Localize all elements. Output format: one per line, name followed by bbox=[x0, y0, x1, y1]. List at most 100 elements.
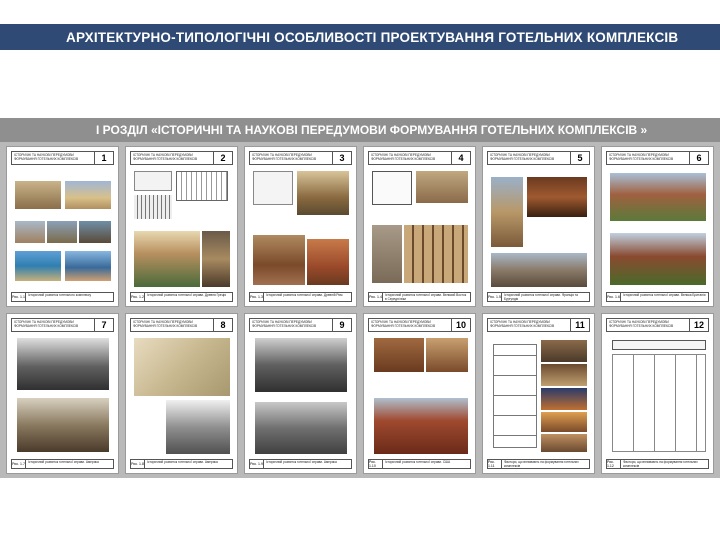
figure-caption: Історичний розвиток готельної справи. Др… bbox=[147, 293, 226, 297]
drawing-columns bbox=[134, 195, 172, 219]
figure-ref: Рис. 1.3 bbox=[250, 293, 264, 301]
sheet-header: ІСТОРИЧНІ ТА НАУКОВІ ПЕРЕДУМОВИ ФОРМУВАН… bbox=[131, 319, 214, 331]
figure-caption: Історичний розвиток готельної справи. Ам… bbox=[266, 460, 337, 464]
photo-city bbox=[79, 221, 111, 243]
sheet-number: 3 bbox=[339, 153, 345, 163]
figure-caption: Історичний розвиток готельної справи. Фр… bbox=[504, 293, 578, 301]
photo-ballroom bbox=[426, 338, 468, 372]
sheet-header: ІСТОРИЧНІ ТА НАУКОВІ ПЕРЕДУМОВИ ФОРМУВАН… bbox=[488, 152, 571, 164]
sheet-header: ІСТОРИЧНІ ТА НАУКОВІ ПЕРЕДУМОВИ ФОРМУВАН… bbox=[369, 152, 452, 164]
figure-caption: Історичний розвиток готельної справи. Ам… bbox=[147, 460, 218, 464]
photo-interior-1 bbox=[541, 340, 587, 362]
sheet-2: ІСТОРИЧНІ ТА НАУКОВІ ПЕРЕДУМОВИ ФОРМУВАН… bbox=[125, 146, 238, 307]
photo-resort bbox=[65, 251, 111, 281]
sheet-number: 1 bbox=[101, 153, 107, 163]
figure-caption: Історичний розвиток готельної справи. Ам… bbox=[28, 460, 99, 464]
figure-ref: Рис. 1.6 bbox=[607, 293, 621, 301]
figure-ref: Рис. 1.9 bbox=[250, 460, 264, 468]
photo-arcade bbox=[404, 225, 468, 283]
figure-ref: Рис. 1.2 bbox=[131, 293, 145, 301]
photo-night-city bbox=[541, 388, 587, 410]
diagram-factors-top bbox=[612, 340, 706, 350]
sheet-8: ІСТОРИЧНІ ТА НАУКОВІ ПЕРЕДУМОВИ ФОРМУВАН… bbox=[125, 313, 238, 474]
figure-caption: Фактори, що впливають на формування готе… bbox=[623, 460, 698, 468]
photo-villa bbox=[307, 239, 349, 285]
photo-hall bbox=[527, 177, 587, 217]
sheet-header: ІСТОРИЧНІ ТА НАУКОВІ ПЕРЕДУМОВИ ФОРМУВАН… bbox=[131, 152, 214, 164]
sheet-number: 12 bbox=[693, 320, 704, 330]
photo-manor bbox=[610, 173, 706, 221]
photo-tudor-house bbox=[610, 233, 706, 285]
sheet-3: ІСТОРИЧНІ ТА НАУКОВІ ПЕРЕДУМОВИ ФОРМУВАН… bbox=[244, 146, 357, 307]
sheet-header: ІСТОРИЧНІ ТА НАУКОВІ ПЕРЕДУМОВИ ФОРМУВАН… bbox=[607, 152, 690, 164]
sheet-12: ІСТОРИЧНІ ТА НАУКОВІ ПЕРЕДУМОВИ ФОРМУВАН… bbox=[601, 313, 714, 474]
photo-portico bbox=[202, 231, 230, 287]
sheet-header: ІСТОРИЧНІ ТА НАУКОВІ ПЕРЕДУМОВИ ФОРМУВАН… bbox=[12, 152, 95, 164]
photo-street-village bbox=[491, 253, 587, 287]
sheet-number: 5 bbox=[577, 153, 583, 163]
sheet-number: 6 bbox=[696, 153, 702, 163]
figure-ref: Рис. 1.5 bbox=[488, 293, 502, 301]
photo-caravanserai-interior bbox=[416, 171, 468, 203]
figure-caption: Історичний розвиток готельного комплексу bbox=[28, 293, 92, 297]
sheet-header: ІСТОРИЧНІ ТА НАУКОВІ ПЕРЕДУМОВИ ФОРМУВАН… bbox=[369, 319, 452, 331]
figure-ref: Рис. 1.8 bbox=[131, 460, 145, 468]
sheet-header: ІСТОРИЧНІ ТА НАУКОВІ ПЕРЕДУМОВИ ФОРМУВАН… bbox=[250, 152, 333, 164]
drawing-castle bbox=[166, 400, 230, 454]
figure-ref: Рис. 1.1 bbox=[12, 293, 26, 301]
sheet-5: ІСТОРИЧНІ ТА НАУКОВІ ПЕРЕДУМОВИ ФОРМУВАН… bbox=[482, 146, 595, 307]
sheet-7: ІСТОРИЧНІ ТА НАУКОВІ ПЕРЕДУМОВИ ФОРМУВАН… bbox=[6, 313, 119, 474]
photo-lobby bbox=[374, 338, 424, 372]
diagram-boxes bbox=[493, 344, 537, 448]
sheet-header: ІСТОРИЧНІ ТА НАУКОВІ ПЕРЕДУМОВИ ФОРМУВАН… bbox=[12, 319, 95, 331]
figure-caption: Фактори, що впливають на формування готе… bbox=[504, 460, 579, 468]
figure-ref: Рис. 1.10 bbox=[369, 460, 383, 468]
sheet-11: ІСТОРИЧНІ ТА НАУКОВІ ПЕРЕДУМОВИ ФОРМУВАН… bbox=[482, 313, 595, 474]
photo-highrise-hotel bbox=[374, 398, 468, 454]
photo-pyramid bbox=[65, 181, 111, 209]
photo-coast bbox=[15, 251, 61, 281]
section-title: І РОЗДІЛ «ІСТОРИЧНІ ТА НАУКОВІ ПЕРЕДУМОВ… bbox=[0, 118, 720, 142]
drawing-caravanserai-plan bbox=[372, 171, 412, 205]
figure-ref: Рис. 1.4 bbox=[369, 293, 383, 301]
sheet-number: 2 bbox=[220, 153, 226, 163]
photo-domes bbox=[372, 225, 402, 283]
photo-old-hotel bbox=[17, 338, 109, 390]
photo-landscape bbox=[541, 412, 587, 432]
sheet-number: 4 bbox=[458, 153, 464, 163]
sheet-header: ІСТОРИЧНІ ТА НАУКОВІ ПЕРЕДУМОВИ ФОРМУВАН… bbox=[250, 319, 333, 331]
photo-gothic-tower bbox=[491, 177, 523, 247]
diagram-factors-tree bbox=[612, 354, 706, 452]
photo-courtyard bbox=[134, 231, 200, 287]
slide-title: АРХІТЕКТУРНО-ТИПОЛОГІЧНІ ОСОБЛИВОСТІ ПРО… bbox=[0, 24, 720, 50]
sheet-number: 10 bbox=[455, 320, 466, 330]
sheet-header: ІСТОРИЧНІ ТА НАУКОВІ ПЕРЕДУМОВИ ФОРМУВАН… bbox=[607, 319, 690, 331]
drawing-facade bbox=[134, 171, 172, 191]
sheet-number: 8 bbox=[220, 320, 226, 330]
figure-ref: Рис. 1.7 bbox=[12, 460, 26, 468]
sheet-6: ІСТОРИЧНІ ТА НАУКОВІ ПЕРЕДУМОВИ ФОРМУВАН… bbox=[601, 146, 714, 307]
photo-church-street bbox=[17, 398, 109, 452]
photo-interior-2 bbox=[541, 364, 587, 386]
sheet-number: 11 bbox=[575, 320, 585, 330]
sheet-number: 9 bbox=[339, 320, 345, 330]
drawing-old-map bbox=[134, 338, 230, 396]
figure-ref: Рис. 1.12 bbox=[607, 460, 621, 468]
figure-caption: Історичний розвиток готельної справи. Ве… bbox=[385, 293, 467, 301]
sheet-9: ІСТОРИЧНІ ТА НАУКОВІ ПЕРЕДУМОВИ ФОРМУВАН… bbox=[244, 313, 357, 474]
sheet-header: ІСТОРИЧНІ ТА НАУКОВІ ПЕРЕДУМОВИ ФОРМУВАН… bbox=[488, 319, 571, 331]
sheet-number: 7 bbox=[101, 320, 107, 330]
photo-street bbox=[297, 171, 349, 215]
photo-temple bbox=[15, 221, 45, 243]
photo-ruins bbox=[47, 221, 77, 243]
photo-ruins-thermae bbox=[253, 235, 305, 285]
sheet-1: ІСТОРИЧНІ ТА НАУКОВІ ПЕРЕДУМОВИ ФОРМУВАН… bbox=[6, 146, 119, 307]
drawing-isometric bbox=[253, 171, 293, 205]
drawing-plan bbox=[176, 171, 228, 201]
figure-caption: Історичний розвиток готельної справи. Ве… bbox=[623, 293, 706, 297]
figure-caption: Історичний розвиток готельної справи. Др… bbox=[266, 293, 343, 297]
figure-caption: Історичний розвиток готельної справи. СШ… bbox=[385, 460, 451, 464]
photo-city-street bbox=[255, 338, 347, 392]
photo-dining bbox=[541, 434, 587, 452]
photo-map bbox=[15, 181, 61, 209]
